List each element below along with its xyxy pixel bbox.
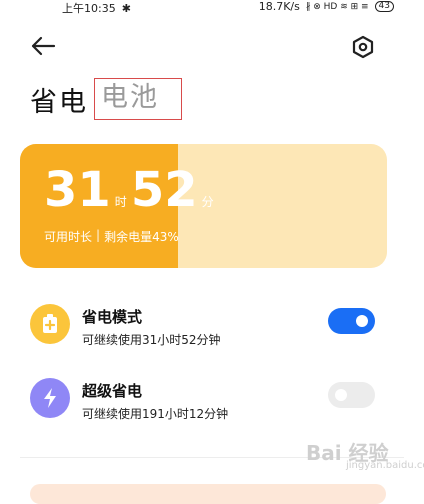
- mode-desc: 可继续使用31小时52分钟: [82, 333, 221, 347]
- bottom-card-peek: [30, 484, 386, 504]
- settings-button[interactable]: [350, 34, 376, 60]
- status-right: 18.7K/s ∦ ⊗ HD ≋ ⊞ ≡ 43: [259, 0, 394, 13]
- status-icons: ∦ ⊗ HD ≋ ⊞ ≡: [305, 1, 369, 12]
- status-time: 上午10:35: [62, 2, 116, 15]
- back-button[interactable]: [30, 34, 56, 58]
- remaining-label: 剩余电量43%: [104, 230, 179, 244]
- network-speed: 18.7K/s: [258, 0, 300, 13]
- tab-battery[interactable]: 电池: [94, 78, 182, 120]
- power-saving-mode-row: 省电模式 可继续使用31小时52分钟: [30, 304, 380, 360]
- gear-icon: ✱: [121, 1, 131, 15]
- status-left: 上午10:35 ✱: [62, 0, 131, 16]
- battery-summary: 可用时长 | 剩余电量43%: [44, 228, 179, 245]
- watermark-sub: jingyan.baidu.com: [346, 460, 424, 471]
- status-bar: 上午10:35 ✱ 18.7K/s ∦ ⊗ HD ≋ ⊞ ≡ 43: [0, 0, 424, 16]
- ultra-saving-toggle[interactable]: [328, 382, 375, 408]
- battery-plus-icon: [43, 314, 57, 333]
- settings-icon: [352, 35, 374, 59]
- arrow-left-icon: [31, 36, 56, 56]
- lightning-icon: [44, 388, 56, 408]
- battery-level-badge: 43: [374, 1, 394, 12]
- tab-power-saving[interactable]: 省电: [30, 80, 88, 119]
- toggle-knob: [356, 315, 368, 327]
- mode-title: 超级省电: [82, 382, 143, 400]
- power-saving-icon-circle: [30, 304, 70, 344]
- ultra-saving-icon-circle: [30, 378, 70, 418]
- page-tabs: 省电 电池: [30, 78, 182, 120]
- minutes-value: 52: [130, 162, 198, 218]
- remaining-time: 31 时 52 分: [44, 164, 218, 216]
- mode-desc: 可继续使用191小时12分钟: [82, 407, 229, 421]
- power-saving-toggle[interactable]: [328, 308, 375, 334]
- hours-unit: 时: [114, 195, 127, 209]
- ultra-power-saving-row: 超级省电 可继续使用191小时12分钟: [30, 378, 380, 434]
- toggle-knob: [335, 389, 347, 401]
- hours-value: 31: [44, 162, 111, 218]
- battery-usage-card: 31 时 52 分 可用时长 | 剩余电量43%: [20, 144, 387, 268]
- summary-divider: |: [96, 228, 101, 242]
- mode-title: 省电模式: [82, 308, 143, 326]
- usage-label: 可用时长: [44, 230, 93, 244]
- minutes-unit: 分: [201, 195, 214, 209]
